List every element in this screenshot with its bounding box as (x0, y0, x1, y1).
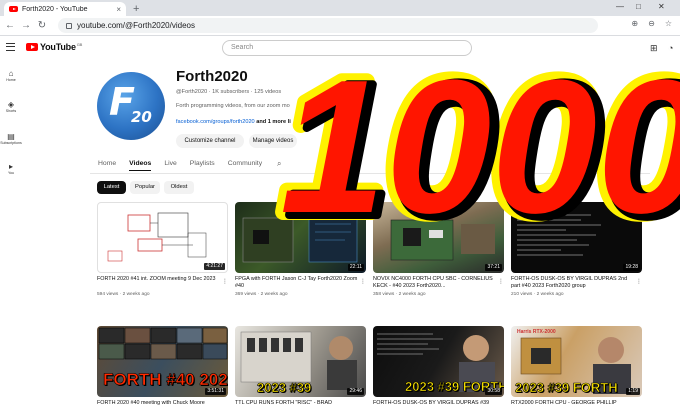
hamburger-menu-icon[interactable] (6, 43, 15, 51)
video-title[interactable]: FORTH 2020 #41 int. ZOOM meeting 9 Dec 2… (97, 276, 228, 290)
channel-name: Forth2020 (176, 68, 248, 85)
tab-community[interactable]: Community (228, 158, 262, 171)
youtube-logo[interactable]: YouTube GB (26, 42, 82, 52)
video-duration: 19:28 (623, 264, 640, 271)
more-options-icon[interactable]: ⋮ (498, 278, 504, 285)
browser-tab[interactable]: Forth2020 - YouTube × (4, 2, 126, 16)
more-options-icon[interactable]: ⋮ (636, 278, 642, 285)
subscriptions-icon: ▤ (7, 132, 15, 141)
region-code: GB (76, 42, 83, 47)
video-card[interactable]: 4:21:27 FORTH 2020 #41 int. ZOOM meeting… (97, 202, 228, 297)
sidebar-item-shorts[interactable]: ◈ Shorts (0, 100, 22, 114)
video-thumbnail[interactable]: Harris RTX-2000 2023 #39 FORTH 1:19 (511, 326, 642, 397)
youtube-play-icon (26, 43, 38, 51)
chip-popular[interactable]: Popular (130, 181, 160, 194)
youtube-logo-text: YouTube (40, 42, 76, 52)
video-meta: 210 views · 2 weeks ago (511, 292, 564, 297)
facebook-link[interactable]: facebook.com/groups/forth2020 (176, 119, 255, 125)
sidebar-label: You (7, 171, 15, 175)
video-meta: 369 views · 2 weeks ago (235, 292, 288, 297)
video-duration: 37:21 (485, 264, 502, 271)
thumbnail-tag: Harris RTX-2000 (517, 329, 556, 335)
youtube-favicon-icon (9, 6, 18, 12)
thumbnail-banner: 2023 #39 (257, 380, 312, 396)
video-title[interactable]: FORTH 2020 #40 meeting with Chuck Moore (97, 400, 228, 411)
sidebar-item-you[interactable]: ▸ You (0, 162, 22, 176)
overlay-1000: 1000 1000 1000 (262, 12, 680, 261)
you-icon: ▸ (8, 162, 13, 171)
more-options-icon[interactable]: ⋮ (222, 278, 228, 285)
video-thumbnail[interactable]: 2023 #39 FORTH 30:58 (373, 326, 504, 397)
chip-oldest[interactable]: Oldest (164, 181, 194, 194)
shorts-icon: ◈ (7, 100, 15, 109)
tab-playlists[interactable]: Playlists (190, 158, 215, 171)
video-title[interactable]: FPGA with FORTH Jason C-J Tay Forth2020 … (235, 276, 366, 290)
screen: Forth2020 - YouTube × + — □ ✕ ← → ↻ yout… (0, 0, 680, 411)
home-icon: ⌂ (8, 69, 14, 78)
video-meta: 358 views · 2 weeks ago (373, 292, 426, 297)
video-card[interactable]: 2023 #39 29:46 TTL CPU RUNS FORTH "RISC"… (235, 326, 366, 411)
video-duration: 1:19 (626, 388, 640, 395)
video-thumbnail[interactable]: FORTH #40 2023 3:51:31 (97, 326, 228, 397)
chip-latest[interactable]: Latest (97, 181, 126, 194)
avatar-number: 20 (131, 108, 152, 126)
maximize-icon[interactable]: □ (636, 2, 641, 11)
url-text: youtube.com/@Forth2020/videos (77, 21, 195, 30)
tab-videos[interactable]: Videos (129, 158, 152, 171)
video-meta: 594 views · 2 weeks ago (97, 292, 150, 297)
tab-live[interactable]: Live (164, 158, 176, 171)
tab-home[interactable]: Home (98, 158, 116, 171)
sidebar-item-subscriptions[interactable]: ▤ Subscriptions (0, 132, 22, 146)
minimize-icon[interactable]: — (616, 2, 624, 11)
sidebar-label: Home (6, 78, 16, 82)
video-card[interactable]: 2023 #39 FORTH 30:58 FORTH-OS DUSK-OS BY… (373, 326, 504, 411)
video-card[interactable]: FORTH #40 2023 3:51:31 FORTH 2020 #40 me… (97, 326, 228, 411)
video-duration: 30:58 (485, 388, 502, 395)
video-card[interactable]: Harris RTX-2000 2023 #39 FORTH 1:19 RTX2… (511, 326, 642, 411)
video-title[interactable]: FORTH-OS DUSK-OS BY VIRGIL DUPRAS 2nd pa… (511, 276, 642, 290)
new-tab-button[interactable]: + (133, 2, 139, 16)
overlay-red-text: 1000 (280, 41, 680, 253)
customize-channel-button[interactable]: Customize channel (176, 134, 244, 148)
video-duration: 3:51:31 (205, 388, 226, 395)
reload-button[interactable]: ↻ (34, 20, 50, 31)
channel-avatar[interactable]: F 20 (97, 72, 165, 140)
more-options-icon[interactable]: ⋮ (360, 278, 366, 285)
close-window-icon[interactable]: ✕ (658, 2, 665, 11)
tab-title: Forth2020 - YouTube (22, 5, 88, 13)
sidebar-label: Shorts (5, 109, 17, 113)
video-title[interactable]: TTL CPU RUNS FORTH "RISC" - BRAD (235, 400, 366, 411)
video-thumbnail[interactable]: 2023 #39 29:46 (235, 326, 366, 397)
video-duration: 22:11 (347, 264, 364, 271)
thumbnail-banner: 2023 #39 FORTH (515, 380, 618, 396)
forward-button[interactable]: → (18, 20, 34, 31)
channel-tabs: Home Videos Live Playlists Community (98, 158, 275, 171)
video-title[interactable]: NOVIX NC4000 FORTH CPU SBC - CORNELIUS K… (373, 276, 504, 290)
back-button[interactable]: ← (2, 20, 18, 31)
overlay-1000-art: 1000 1000 1000 (272, 33, 680, 261)
video-title[interactable]: RTX2000 FORTH CPU - GEORGE PHILLIP (511, 400, 642, 411)
video-duration: 29:46 (347, 388, 364, 395)
video-thumbnail[interactable]: 4:21:27 (97, 202, 228, 273)
sidebar-label: Subscriptions (0, 141, 22, 145)
tab-close-icon[interactable]: × (116, 5, 121, 14)
video-duration: 4:21:27 (204, 263, 225, 270)
site-info-icon[interactable] (66, 22, 72, 29)
video-title[interactable]: FORTH-OS DUSK-OS BY VIRGIL DUPRAS #39 (373, 400, 504, 411)
thumbnail-banner: FORTH #40 2023 (103, 370, 228, 390)
sidebar-item-home[interactable]: ⌂ Home (0, 69, 22, 83)
